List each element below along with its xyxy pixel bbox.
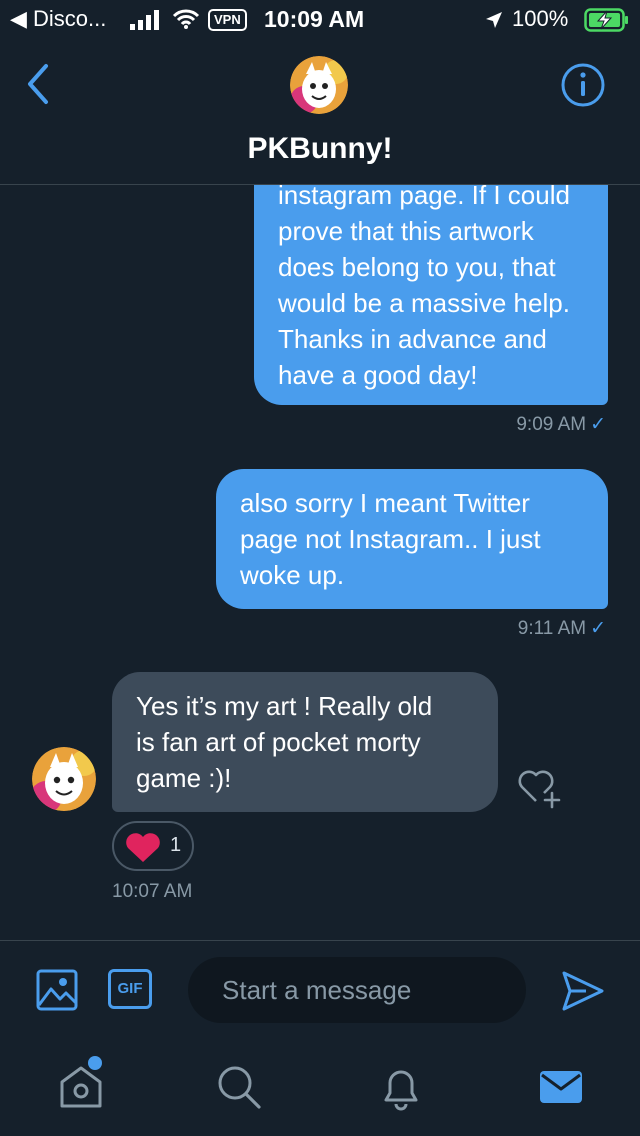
home-icon[interactable]	[56, 1062, 106, 1112]
back-chevron-icon[interactable]	[22, 62, 54, 106]
back-to-app-label[interactable]: ◀ Disco...	[10, 6, 106, 32]
image-icon[interactable]	[36, 969, 78, 1011]
timestamp-text: 9:09 AM	[516, 414, 587, 435]
location-arrow-icon	[486, 12, 502, 28]
timestamp-text: 9:11 AM	[517, 618, 587, 639]
contact-name[interactable]: PKBunny!	[0, 132, 640, 166]
message-timestamp: 9:09 AM ✓	[516, 413, 606, 436]
reaction-count: 1	[170, 834, 182, 856]
message-list[interactable]: instagram page. If I could prove that th…	[0, 185, 640, 940]
sender-avatar[interactable]	[32, 747, 96, 811]
outgoing-message-bubble[interactable]: also sorry I meant Twitter page not Inst…	[216, 469, 608, 609]
heart-reaction-badge[interactable]: 1	[112, 821, 194, 871]
mail-icon[interactable]	[536, 1062, 586, 1112]
cellular-signal-icon	[130, 10, 159, 30]
status-bar: ◀ Disco... VPN 10:09 AM 100%	[0, 0, 640, 40]
vpn-badge: VPN	[208, 9, 247, 31]
battery-charging-icon	[584, 8, 628, 32]
read-check-icon: ✓	[590, 414, 606, 435]
contact-avatar[interactable]	[290, 56, 348, 114]
message-timestamp: 9:11 AM ✓	[518, 617, 606, 640]
bell-icon[interactable]	[376, 1062, 426, 1112]
bottom-tab-bar	[0, 1040, 640, 1136]
clock: 10:09 AM	[264, 6, 365, 32]
send-icon[interactable]	[560, 969, 606, 1013]
add-reaction-icon[interactable]	[514, 765, 564, 809]
outgoing-message-bubble[interactable]: instagram page. If I could prove that th…	[254, 185, 608, 405]
new-content-dot	[88, 1056, 102, 1070]
gif-button[interactable]: GIF	[108, 969, 152, 1009]
read-check-icon: ✓	[590, 618, 606, 639]
battery-percent: 100%	[512, 6, 569, 31]
conversation-header: PKBunny!	[0, 40, 640, 185]
incoming-message-bubble[interactable]: Yes it’s my art ! Really old is fan art …	[112, 672, 498, 812]
heart-icon	[126, 833, 160, 862]
message-timestamp: 10:07 AM	[112, 881, 193, 902]
wifi-icon	[172, 9, 200, 29]
message-composer: GIF	[0, 940, 640, 1041]
info-icon[interactable]	[560, 62, 606, 108]
search-icon[interactable]	[214, 1062, 264, 1112]
message-input[interactable]	[188, 957, 526, 1023]
